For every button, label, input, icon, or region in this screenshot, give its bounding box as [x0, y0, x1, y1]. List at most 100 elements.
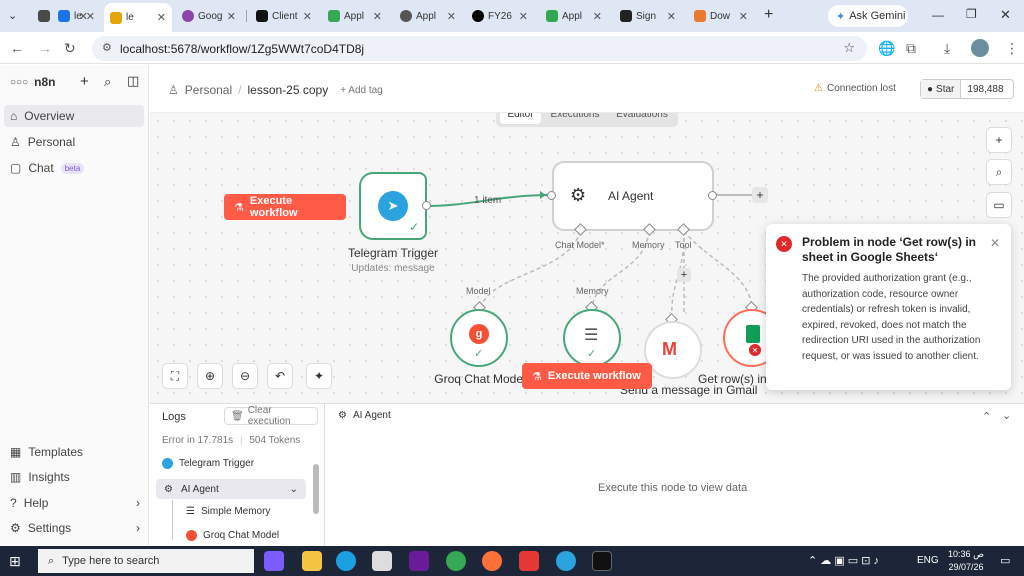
browser-tab[interactable]: Appl ✕	[322, 4, 388, 28]
profile-avatar[interactable]	[971, 39, 989, 57]
sidebar-item-personal[interactable]: ♙ Personal	[10, 135, 75, 149]
edge-icon[interactable]	[336, 551, 356, 571]
sidebar-item-chat[interactable]: ▢ Chat beta	[10, 161, 85, 175]
tray-icons[interactable]: ⌃ ☁ ▣ ▭ ⊡ ♪	[808, 554, 879, 567]
chrome-icon[interactable]	[446, 551, 466, 571]
zoom-out-icon[interactable]: ⊖	[232, 363, 258, 389]
menu-kebab-icon[interactable]: ⋮	[1005, 40, 1019, 57]
simple-memory-node[interactable]: ☰ ✓	[563, 309, 621, 367]
tab-close-icon[interactable]: ✕	[157, 11, 166, 24]
windows-start-icon[interactable]: ⊞	[9, 553, 21, 570]
wps-icon[interactable]	[519, 551, 539, 571]
tab-close-icon[interactable]: ✕	[667, 10, 676, 23]
tab-close-icon[interactable]: ✕	[373, 10, 382, 23]
ai-agent-node[interactable]: ⚙ AI Agent	[552, 161, 714, 231]
language-indicator[interactable]: ENG	[917, 555, 939, 566]
sticky-note-icon[interactable]: ▭	[986, 192, 1012, 218]
window-close-icon[interactable]: ✕	[1000, 7, 1011, 23]
browser-tab-active[interactable]: le ✕	[104, 3, 172, 32]
telegram-output-port[interactable]	[422, 201, 431, 210]
tab-close-icon[interactable]: ✕	[303, 10, 312, 23]
workflow-name[interactable]: lesson-25 copy	[247, 83, 328, 97]
add-node-icon[interactable]: +	[986, 127, 1012, 153]
sidebar-item-insights[interactable]: ▥ Insights	[10, 470, 70, 484]
ask-gemini-button[interactable]: ✦ Ask Gemini	[828, 5, 908, 27]
log-entry-telegram[interactable]: Telegram Trigger	[162, 458, 254, 469]
add-node-plus-button[interactable]: +	[752, 187, 768, 203]
url-text[interactable]: localhost:5678/workflow/1Zg5WWt7coD4TD8j	[120, 42, 364, 56]
toast-close-icon[interactable]: ✕	[990, 236, 1000, 250]
execute-workflow-button[interactable]: ⚗ Execute workflow	[224, 194, 346, 220]
new-tab-button[interactable]: +	[764, 6, 773, 24]
clock-date[interactable]: 29/07/26	[946, 562, 986, 572]
collapse-sidebar-icon[interactable]: ◫	[127, 73, 139, 89]
collapse-panel-icon[interactable]: ⌃	[982, 410, 991, 423]
sidebar-item-help[interactable]: ? Help ›	[10, 496, 140, 510]
expand-panel-icon[interactable]: ⌄	[1002, 409, 1011, 422]
browser-tab[interactable]: FY26 ✕	[466, 4, 534, 28]
agent-output-port[interactable]	[708, 191, 717, 200]
notifications-icon[interactable]: ▭	[1000, 554, 1010, 567]
execute-workflow-button-secondary[interactable]: ⚗ Execute workflow	[522, 363, 652, 389]
reload-icon[interactable]: ↻	[64, 40, 76, 57]
forward-icon[interactable]: →	[38, 40, 52, 56]
browser-tab[interactable]: Dow ✕	[688, 4, 754, 28]
copilot-icon[interactable]	[264, 551, 284, 571]
terminal-icon[interactable]	[592, 551, 612, 571]
browser-tab[interactable]: le ✕	[52, 4, 100, 28]
github-star-button[interactable]: ● Star 198,488	[920, 79, 1014, 99]
browser-tab[interactable]: Appl ✕	[540, 4, 608, 28]
zoom-in-icon[interactable]: ⊕	[197, 363, 223, 389]
gmail-node[interactable]: M	[644, 321, 702, 379]
log-entry-memory[interactable]: ☰ Simple Memory	[186, 506, 270, 517]
canvas-search-icon[interactable]: ⌕	[986, 159, 1012, 185]
fit-view-icon[interactable]: ⛶	[162, 363, 188, 389]
tab-close-icon[interactable]: ✕	[86, 10, 95, 23]
tab-close-icon[interactable]: ✕	[447, 10, 456, 23]
app-m-icon[interactable]	[409, 551, 429, 571]
url-bar[interactable]: ⚙ localhost:5678/workflow/1Zg5WWt7coD4TD…	[92, 36, 867, 61]
breadcrumb-owner[interactable]: Personal	[185, 83, 232, 97]
groq-chat-model-node[interactable]: g ✓	[450, 309, 508, 367]
taskbar-search-box[interactable]: ⌕ Type here to search	[38, 549, 254, 573]
agent-input-port[interactable]	[547, 191, 556, 200]
sidebar-item-settings[interactable]: ⚙ Settings ›	[10, 521, 140, 535]
tab-search-chevron-icon[interactable]: ⌄	[8, 9, 17, 22]
telegram-taskbar-icon[interactable]	[556, 551, 576, 571]
sidebar-item-overview[interactable]: ⌂ Overview	[4, 105, 144, 127]
add-tag-button[interactable]: + Add tag	[340, 85, 383, 96]
add-button[interactable]: +	[80, 73, 89, 90]
clear-execution-button[interactable]: 🗑 Clear execution	[224, 405, 318, 427]
brand-logo[interactable]: ○○○ n8n	[10, 75, 55, 89]
minimize-icon[interactable]: —	[932, 8, 944, 22]
site-info-icon[interactable]: ⚙	[102, 41, 112, 54]
tidy-up-icon[interactable]: ✦	[306, 363, 332, 389]
browser-tab[interactable]: Client ✕	[250, 4, 318, 28]
tab-close-icon[interactable]: ✕	[227, 10, 236, 23]
log-entry-groq[interactable]: Groq Chat Model	[186, 530, 279, 541]
tab-close-icon[interactable]: ✕	[519, 10, 528, 23]
star-part[interactable]: ● Star	[921, 80, 962, 98]
download-icon[interactable]: ⤓	[944, 40, 950, 57]
back-icon[interactable]: ←	[10, 40, 24, 56]
telegram-trigger-node[interactable]: ➤ ✓	[359, 172, 427, 240]
add-tool-plus-button[interactable]: +	[677, 268, 691, 282]
bookmark-star-icon[interactable]: ☆	[843, 40, 855, 56]
restore-icon[interactable]: ❐	[966, 7, 977, 21]
logs-scrollbar[interactable]	[313, 464, 319, 514]
chevron-down-icon[interactable]: ⌄	[290, 484, 298, 495]
tab-close-icon[interactable]: ✕	[739, 10, 748, 23]
browser-tab[interactable]: Appl ✕	[394, 4, 462, 28]
undo-icon[interactable]: ↶	[267, 363, 293, 389]
tab-close-icon[interactable]: ✕	[593, 10, 602, 23]
browser-tab[interactable]: Goog ✕	[176, 4, 242, 28]
browser-tab[interactable]: Sign ✕	[614, 4, 682, 28]
log-entry-ai-agent[interactable]: ⚙ AI Agent ⌄	[156, 479, 306, 499]
clock-time[interactable]: 10:36 ص	[946, 549, 986, 560]
translate-icon[interactable]: 🌐	[878, 40, 895, 57]
firefox-icon[interactable]	[482, 551, 502, 571]
mail-icon[interactable]	[372, 551, 392, 571]
search-icon[interactable]: ⌕	[104, 74, 111, 90]
extensions-icon[interactable]: ⧉	[906, 40, 916, 57]
sidebar-item-templates[interactable]: ▦ Templates	[10, 445, 83, 459]
